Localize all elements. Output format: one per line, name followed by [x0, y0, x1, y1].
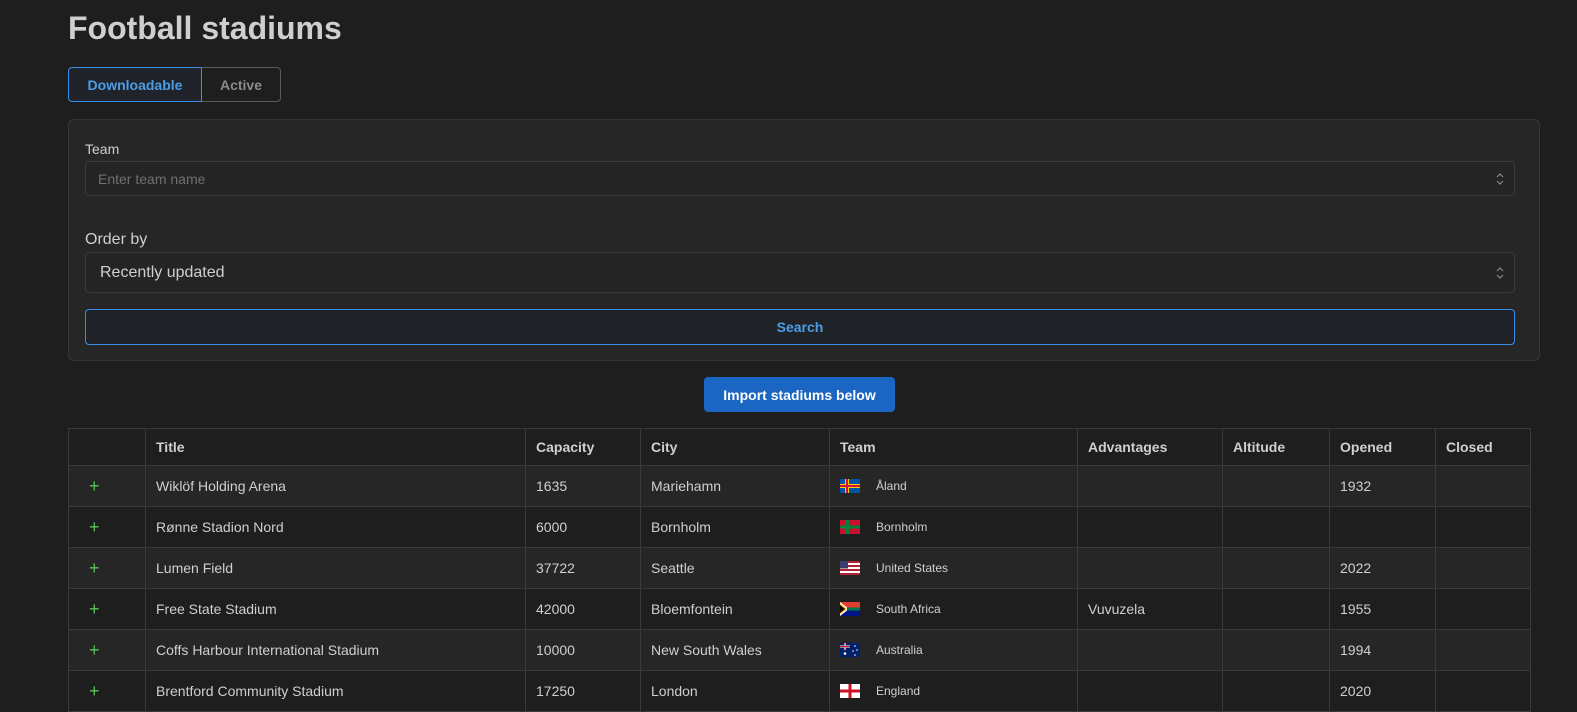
order-by-value: Recently updated: [100, 263, 225, 281]
stadium-city: London: [640, 670, 830, 712]
stadium-opened: 1932: [1329, 465, 1436, 507]
team-input[interactable]: [86, 170, 1486, 187]
add-icon[interactable]: +: [68, 547, 146, 589]
stadium-team: Åland: [876, 479, 907, 493]
stadiums-table-container: Title Capacity City Team Advantages Alti…: [68, 428, 1540, 712]
filter-panel: Team Order by Recently updated Search: [68, 119, 1540, 361]
stadium-capacity: 17250: [525, 670, 641, 712]
stadium-capacity: 1635: [525, 465, 641, 507]
column-header-title[interactable]: Title: [145, 428, 526, 466]
table-row: + Rønne Stadion Nord 6000 Bornholm Bornh…: [68, 506, 1531, 548]
updown-chevron-icon[interactable]: [1486, 162, 1514, 195]
stadium-team-cell: Bornholm: [829, 506, 1078, 548]
column-header-capacity[interactable]: Capacity: [525, 428, 641, 466]
stadium-closed: [1435, 465, 1531, 507]
stadium-altitude: [1222, 629, 1330, 671]
stadium-closed: [1435, 629, 1531, 671]
stadium-advantages: [1077, 547, 1223, 589]
stadium-city: Mariehamn: [640, 465, 830, 507]
tab-downloadable[interactable]: Downloadable: [68, 67, 202, 102]
stadium-title: Lumen Field: [145, 547, 526, 589]
page-title: Football stadiums: [68, 10, 342, 46]
aland-flag-icon: [840, 479, 860, 493]
add-icon[interactable]: +: [68, 506, 146, 548]
stadium-advantages: Vuvuzela: [1077, 588, 1223, 630]
table-header-row: Title Capacity City Team Advantages Alti…: [68, 428, 1531, 466]
table-row: + Free State Stadium 42000 Bloemfontein: [68, 588, 1531, 630]
stadium-capacity: 42000: [525, 588, 641, 630]
stadium-opened: 1955: [1329, 588, 1436, 630]
bornholm-flag-icon: [840, 520, 860, 534]
stadium-opened: 2022: [1329, 547, 1436, 589]
column-header-add: [68, 428, 146, 466]
stadium-capacity: 10000: [525, 629, 641, 671]
england-flag-icon: [840, 684, 860, 698]
stadiums-table: Title Capacity City Team Advantages Alti…: [68, 428, 1531, 712]
stadium-team: United States: [876, 561, 949, 575]
table-row: + Lumen Field 37722 Seattle United State…: [68, 547, 1531, 589]
team-label: Team: [85, 141, 120, 157]
stadium-closed: [1435, 670, 1531, 712]
stadium-city: Bornholm: [640, 506, 830, 548]
add-icon[interactable]: +: [68, 629, 146, 671]
order-by-select[interactable]: Recently updated: [85, 252, 1515, 293]
view-tabs: Downloadable Active: [68, 67, 281, 102]
stadium-altitude: [1222, 670, 1330, 712]
stadium-team-cell: Australia: [829, 629, 1078, 671]
australia-flag-icon: [840, 643, 860, 657]
stadium-capacity: 6000: [525, 506, 641, 548]
table-row: + Brentford Community Stadium 17250 Lond…: [68, 670, 1531, 712]
stadium-capacity: 37722: [525, 547, 641, 589]
search-button[interactable]: Search: [85, 309, 1515, 345]
stadium-city: Bloemfontein: [640, 588, 830, 630]
stadium-closed: [1435, 506, 1531, 548]
stadium-title: Rønne Stadion Nord: [145, 506, 526, 548]
stadium-title: Coffs Harbour International Stadium: [145, 629, 526, 671]
column-header-team[interactable]: Team: [829, 428, 1078, 466]
stadium-closed: [1435, 547, 1531, 589]
stadium-opened: 2020: [1329, 670, 1436, 712]
team-select[interactable]: [85, 161, 1515, 196]
stadium-advantages: [1077, 465, 1223, 507]
stadium-team: Bornholm: [876, 520, 928, 534]
stadium-team-cell: Åland: [829, 465, 1078, 507]
add-icon[interactable]: +: [68, 588, 146, 630]
add-icon[interactable]: +: [68, 670, 146, 712]
south-africa-flag-icon: [840, 602, 860, 616]
stadium-opened: [1329, 506, 1436, 548]
table-row: + Coffs Harbour International Stadium 10…: [68, 629, 1531, 671]
stadium-opened: 1994: [1329, 629, 1436, 671]
column-header-advantages[interactable]: Advantages: [1077, 428, 1223, 466]
stadium-team-cell: England: [829, 670, 1078, 712]
stadium-altitude: [1222, 588, 1330, 630]
stadium-title: Free State Stadium: [145, 588, 526, 630]
stadium-altitude: [1222, 465, 1330, 507]
column-header-opened[interactable]: Opened: [1329, 428, 1436, 466]
stadium-team-cell: South Africa: [829, 588, 1078, 630]
column-header-closed[interactable]: Closed: [1435, 428, 1531, 466]
stadium-closed: [1435, 588, 1531, 630]
stadium-advantages: [1077, 506, 1223, 548]
stadium-advantages: [1077, 629, 1223, 671]
stadium-city: New South Wales: [640, 629, 830, 671]
column-header-city[interactable]: City: [640, 428, 830, 466]
updown-chevron-icon[interactable]: [1486, 253, 1514, 292]
column-header-altitude[interactable]: Altitude: [1222, 428, 1330, 466]
stadium-city: Seattle: [640, 547, 830, 589]
stadium-altitude: [1222, 547, 1330, 589]
add-icon[interactable]: +: [68, 465, 146, 507]
stadium-altitude: [1222, 506, 1330, 548]
stadium-advantages: [1077, 670, 1223, 712]
table-row: + Wiklöf Holding Arena 1635 Mariehamn Ål…: [68, 465, 1531, 507]
stadium-team: South Africa: [876, 602, 941, 616]
tab-active[interactable]: Active: [202, 67, 281, 102]
stadium-team: Australia: [876, 643, 923, 657]
usa-flag-icon: [840, 561, 860, 575]
stadium-team-cell: United States: [829, 547, 1078, 589]
stadium-title: Wiklöf Holding Arena: [145, 465, 526, 507]
stadium-team: England: [876, 684, 921, 698]
stadium-title: Brentford Community Stadium: [145, 670, 526, 712]
import-stadiums-button[interactable]: Import stadiums below: [704, 377, 895, 412]
order-by-label: Order by: [85, 231, 148, 248]
